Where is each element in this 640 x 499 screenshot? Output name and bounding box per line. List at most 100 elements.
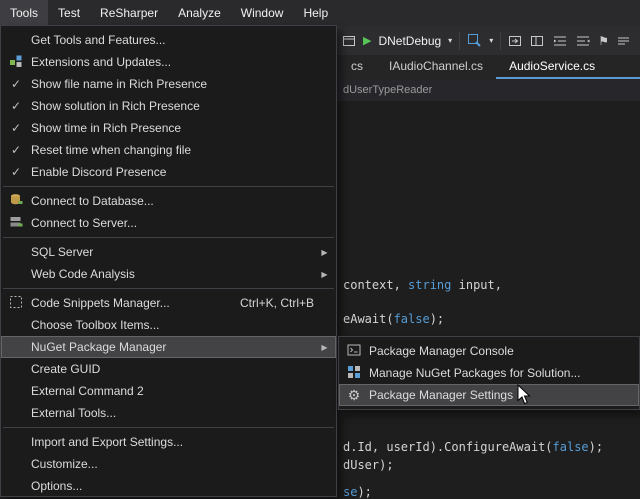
menu-window-label: Window — [241, 6, 284, 20]
nuget-submenu: Package Manager Console Manage NuGet Pac… — [338, 336, 640, 410]
extensions-icon — [9, 54, 23, 71]
menu-item-create-guid[interactable]: Create GUID — [1, 358, 336, 380]
menu-item-label: Package Manager Settings — [369, 388, 635, 402]
menu-item-label: Web Code Analysis — [31, 267, 317, 281]
code-line: d.Id, userId).ConfigureAwait(false); — [343, 440, 603, 454]
code-token: ); — [589, 440, 603, 454]
menu-item-package-manager-settings[interactable]: ⚙ Package Manager Settings — [339, 384, 639, 406]
mouse-cursor — [516, 384, 536, 411]
code-token: ); — [430, 312, 444, 326]
menu-item-label: External Command 2 — [31, 384, 332, 398]
packages-icon — [347, 365, 361, 382]
menu-item-import-export-settings[interactable]: Import and Export Settings... — [1, 431, 336, 453]
window-icon[interactable] — [342, 34, 356, 48]
code-line: context, string input, — [343, 278, 502, 292]
snippets-icon — [9, 295, 23, 312]
menu-item-show-solution-rich-presence[interactable]: ✓ Show solution in Rich Presence — [1, 95, 336, 117]
server-icon — [9, 215, 23, 232]
menu-resharper-label: ReSharper — [100, 6, 158, 20]
menu-item-label: Import and Export Settings... — [31, 435, 332, 449]
debug-target-label[interactable]: DNetDebug — [378, 34, 441, 48]
menu-item-external-command-2[interactable]: External Command 2 — [1, 380, 336, 402]
menu-item-web-code-analysis[interactable]: Web Code Analysis ▶ — [1, 263, 336, 285]
menu-item-manage-nuget-packages-solution[interactable]: Manage NuGet Packages for Solution... — [339, 362, 639, 384]
checkmark-icon: ✓ — [11, 99, 21, 113]
load-layout-icon[interactable] — [508, 34, 523, 48]
menu-item-sql-server[interactable]: SQL Server ▶ — [1, 241, 336, 263]
menu-item-label: Show solution in Rich Presence — [31, 99, 332, 113]
menu-separator — [3, 186, 334, 187]
menu-item-label: Connect to Server... — [31, 216, 332, 230]
menu-item-options[interactable]: Options... — [1, 475, 336, 497]
menu-item-package-manager-console[interactable]: Package Manager Console — [339, 340, 639, 362]
checkmark-icon: ✓ — [11, 121, 21, 135]
menu-item-show-time-rich-presence[interactable]: ✓ Show time in Rich Presence — [1, 117, 336, 139]
menu-separator — [3, 288, 334, 289]
checkmark-icon: ✓ — [11, 77, 21, 91]
tab-partial-cs[interactable]: cs — [338, 55, 376, 79]
menu-item-label: Show file name in Rich Presence — [31, 77, 332, 91]
menu-item-label: Enable Discord Presence — [31, 165, 332, 179]
menu-item-label: Options... — [31, 479, 332, 493]
menu-test[interactable]: Test — [48, 0, 90, 26]
menu-item-label: Create GUID — [31, 362, 332, 376]
menu-analyze[interactable]: Analyze — [168, 0, 231, 26]
menu-item-enable-discord-presence[interactable]: ✓ Enable Discord Presence — [1, 161, 336, 183]
menu-item-external-tools[interactable]: External Tools... — [1, 402, 336, 424]
menu-resharper[interactable]: ReSharper — [90, 0, 168, 26]
tab-audioservice[interactable]: AudioService.cs — [496, 55, 640, 79]
menu-tools-label: Tools — [10, 6, 38, 20]
menu-item-label: Connect to Database... — [31, 194, 332, 208]
code-line: dUser); — [343, 458, 394, 472]
menu-help[interactable]: Help — [293, 0, 338, 26]
code-token: context, — [343, 278, 408, 292]
menu-item-label: Code Snippets Manager... — [31, 296, 240, 310]
menu-item-label: Choose Toolbox Items... — [31, 318, 332, 332]
menu-item-choose-toolbox-items[interactable]: Choose Toolbox Items... — [1, 314, 336, 336]
menubar: Tools Test ReSharper Analyze Window Help — [0, 0, 640, 26]
code-token: dUser); — [343, 458, 394, 472]
menu-item-reset-time-when-changing-file[interactable]: ✓ Reset time when changing file — [1, 139, 336, 161]
chevron-down-icon[interactable]: ▾ — [489, 36, 493, 45]
indent-decrease-icon[interactable] — [552, 34, 568, 48]
code-token: false — [394, 312, 430, 326]
menu-tools[interactable]: Tools — [0, 0, 48, 26]
menu-test-label: Test — [58, 6, 80, 20]
columns-layout-icon[interactable] — [530, 34, 545, 48]
code-token: input, — [451, 278, 502, 292]
menu-window[interactable]: Window — [231, 0, 294, 26]
breadcrumb-type-name: dUserTypeReader — [343, 84, 432, 96]
menu-item-customize[interactable]: Customize... — [1, 453, 336, 475]
menu-item-code-snippets-manager[interactable]: Code Snippets Manager... Ctrl+K, Ctrl+B — [1, 292, 336, 314]
menu-item-label: NuGet Package Manager — [31, 340, 317, 354]
toolbar-separator — [500, 32, 501, 50]
submenu-arrow-icon: ▶ — [317, 270, 332, 279]
tab-label: AudioService.cs — [509, 59, 595, 73]
menu-item-label: SQL Server — [31, 245, 317, 259]
code-line: eAwait(false); — [343, 312, 444, 326]
menu-item-label: Manage NuGet Packages for Solution... — [369, 366, 635, 380]
chevron-down-icon[interactable]: ▾ — [448, 36, 452, 45]
toolbar-separator — [459, 32, 460, 50]
menu-item-connect-to-database[interactable]: Connect to Database... — [1, 190, 336, 212]
tab-label: IAudioChannel.cs — [389, 59, 483, 73]
checkmark-icon: ✓ — [11, 165, 21, 179]
menu-item-nuget-package-manager[interactable]: NuGet Package Manager ▶ — [1, 336, 336, 358]
start-debug-icon[interactable]: ▶ — [363, 34, 371, 47]
menu-help-label: Help — [303, 6, 328, 20]
indent-increase-icon[interactable] — [575, 34, 591, 48]
menu-item-show-file-name-rich-presence[interactable]: ✓ Show file name in Rich Presence — [1, 73, 336, 95]
comment-icon[interactable] — [616, 34, 631, 48]
bookmark-icon[interactable]: ⚑ — [598, 35, 609, 47]
tab-iaudiochannel[interactable]: IAudioChannel.cs — [376, 55, 496, 79]
menu-item-extensions-and-updates[interactable]: Extensions and Updates... — [1, 51, 336, 73]
submenu-arrow-icon: ▶ — [317, 248, 332, 257]
menu-item-shortcut: Ctrl+K, Ctrl+B — [240, 296, 314, 310]
menu-item-label: Reset time when changing file — [31, 143, 332, 157]
menu-item-label: Package Manager Console — [369, 344, 635, 358]
database-icon — [9, 193, 23, 210]
menu-item-connect-to-server[interactable]: Connect to Server... — [1, 212, 336, 234]
menu-item-get-tools-and-features[interactable]: Get Tools and Features... — [1, 29, 336, 51]
menu-item-label: Customize... — [31, 457, 332, 471]
watch-icon[interactable] — [467, 33, 482, 48]
